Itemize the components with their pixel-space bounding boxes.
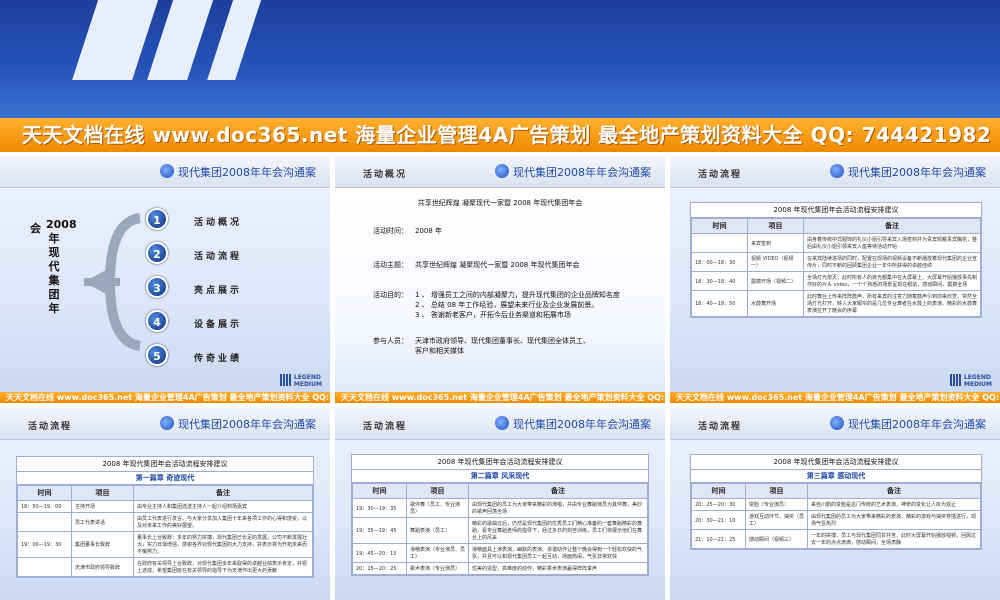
footer-banner: 天天文档在线 www.doc365.net 海量企业管理4A广告策划 最全地产策… [335, 392, 665, 403]
slide-chapter-three[interactable]: 活动流程 现代集团2008年年会沟通案 2008 年现代集团年会活动流程安排建议… [670, 408, 1000, 600]
agenda-number: 4 [146, 310, 168, 332]
schedule-table: 2008 年现代集团年会活动流程安排建议 第三篇章 感动现代 时间 项目 备注 20… [690, 454, 982, 550]
table-title: 2008 年现代集团年会活动流程安排建议 [352, 455, 648, 470]
vertical-subtitle: 会 [30, 222, 41, 235]
agenda-number: 5 [146, 344, 168, 366]
table-row: 18：50—19：00 主持开场 由专业主持人和集团选送主持人一起介绍到场嘉宾 [17, 500, 313, 513]
footer-banner: 天天文档在线 www.doc365.net 海量企业管理4A广告策划 最全地产策… [0, 392, 330, 403]
table-row: 20：30—21：10 游戏互动环节、抽奖（员工） 由现代集团的员工为大家带来精彩的… [691, 510, 981, 530]
table-title: 2008 年现代集团年会活动流程安排建议 [691, 455, 981, 470]
section-label: 活动流程 [698, 170, 743, 180]
legend-logo: LEGEND MEDIUM [949, 374, 992, 388]
top-banner: 天天文档在线 www.doc365.net 海量企业管理4A广告策划 最全地产策… [0, 118, 1000, 152]
section-label: 活动概况 [363, 170, 408, 180]
agenda-item-equipment[interactable]: 设备展示 [194, 317, 242, 330]
slide-title: 现代集团2008年年会沟通案 [178, 418, 316, 431]
logo-icon [160, 416, 174, 430]
table-row: 18：40—18：50 水鼓舞开场 此时舞台上传来阵阵鼓声，所有来宾的注意力随着鼓声… [691, 290, 981, 317]
table-header: 时间 [691, 218, 748, 234]
table-row: 20：25—20：30 变脸（专业演员） 来自川剧的变脸是这门传统的艺术表演，神奇的… [691, 498, 981, 511]
agenda-number: 3 [146, 276, 168, 298]
slide-header: 活动流程 现代集团2008年年会沟通案 [670, 156, 1000, 188]
table-row: 18：30—18：40 震撼开场（视频二） 全场灯光熄灭，此时所有人的目光都集中在大… [691, 271, 981, 291]
people-value: 客户和相关媒体 [415, 347, 464, 355]
table-row: 员工代表讲话 由员工代表进行发言，与大家分享加入集团十年来各项工作的心得和感受，以… [17, 512, 313, 532]
time-value: 2008 年 [415, 227, 443, 235]
slide-chapter-two[interactable]: 活动流程 现代集团2008年年会沟通案 2008 年现代集团年会活动流程安排建议… [335, 408, 665, 600]
logo-icon [830, 164, 844, 178]
table-row: 19：35—19：45 舞蹈表演（员工） 精彩的歌曲过后，仍然是现代集团的优秀员工们… [352, 517, 648, 544]
agenda-number: 1 [146, 208, 168, 230]
logo-icon [495, 164, 509, 178]
slide-header: 活动概况 现代集团2008年年会沟通案 [335, 156, 665, 188]
theme-label: 活动主题： [373, 261, 408, 269]
slide-overview[interactable]: 活动概况 现代集团2008年年会沟通案 共享世纪辉煌 凝聚现代一家暨 2008 … [335, 156, 665, 394]
vertical-title: 2008年现代集团年 [46, 218, 77, 315]
table-row: 18：00—18：30 视频 VIDEO（视频一） 在来宾陆续进场的同时，配置在现场… [691, 252, 981, 272]
slide-title: 现代集团2008年年会沟通案 [848, 166, 986, 179]
schedule-table: 2008 年现代集团年会活动流程安排建议 第二篇章 风采现代 时间 项目 备注 19… [351, 454, 649, 576]
agenda-item-highlights[interactable]: 亮点展示 [194, 283, 242, 296]
slide-header: 活动流程 现代集团2008年年会沟通案 [670, 408, 1000, 440]
goal-label: 活动目的： [373, 291, 408, 299]
table-row: 19：00—19：30 集团董事长致辞 董事长上台致辞：多年的努力拼搏，现代集团已长… [17, 531, 313, 558]
table-header: 项目 [747, 218, 804, 234]
theme-value: 共享世纪辉煌 凝聚现代一家暨 2008 年现代集团年会 [415, 261, 580, 269]
legend-logo: LEGEND MEDIUM [279, 374, 322, 388]
schedule-table: 2008 年现代集团年会活动流程安排建议 第一篇章 奇迹现代 时间 项目 备注 18… [16, 456, 314, 578]
slide-header: 活动流程 现代集团2008年年会沟通案 [0, 408, 330, 440]
hero-letter-shape [207, 0, 271, 80]
agenda-number: 2 [146, 242, 168, 264]
table-row: 21：10—21：25 感动瞬间（视频三） 一年的拼搏，员工与现代集团同甘共苦，此时… [691, 529, 981, 549]
agenda-item-process[interactable]: 活动流程 [194, 249, 242, 262]
table-row: 20：15—20：25 柔术表演（专业演员） 优美的造型，高难度的动作，精彩柔术表演… [352, 562, 648, 575]
agenda-item-achievements[interactable]: 传奇业绩 [194, 351, 242, 364]
table-title: 2008 年现代集团年会活动流程安排建议 [691, 203, 981, 218]
slide-agenda[interactable]: 现代集团2008年年会沟通案 会 2008年现代集团年 1 活动概况 2 活动流… [0, 156, 330, 394]
slide-title: 现代集团2008年年会沟通案 [513, 418, 651, 431]
slide-title: 现代集团2008年年会沟通案 [178, 166, 316, 179]
slide-chapter-one[interactable]: 活动流程 现代集团2008年年会沟通案 2008 年现代集团年会活动流程安排建议… [0, 408, 330, 600]
time-label: 活动时间： [373, 227, 408, 235]
table-header: 备注 [803, 218, 981, 234]
overview-heading: 共享世纪辉煌 凝聚现代一家暨 2008 年现代集团年会 [417, 199, 583, 207]
table-row: 19：30—19：35 歌伴舞（员工、专业演员） 由现代集团的员工为大家带来精彩的演… [352, 498, 648, 518]
goal-item: 2 、 总结 08 年工作经验，展望未来行业及企业发展前景。 [415, 301, 599, 309]
people-label: 参与人员： [373, 337, 408, 345]
chapter-title: 第二篇章 风采现代 [352, 470, 648, 483]
agenda-item-overview[interactable]: 活动概况 [194, 215, 242, 228]
slide-schedule-opening[interactable]: 活动流程 现代集团2008年年会沟通案 2008 年现代集团年会活动流程安排建议… [670, 156, 1000, 394]
hero-background [0, 0, 1000, 118]
goal-item: 3 、 答谢新老客户，开拓今后业务渠道和拓展市场 [415, 311, 571, 319]
logo-icon [160, 164, 174, 178]
section-label: 活动流程 [363, 422, 408, 432]
slide-header: 现代集团2008年年会沟通案 [0, 156, 330, 188]
section-label: 活动流程 [28, 422, 73, 432]
slide-header: 活动流程 现代集团2008年年会沟通案 [335, 408, 665, 440]
slide-title: 现代集团2008年年会沟通案 [513, 166, 651, 179]
schedule-table: 2008 年现代集团年会活动流程安排建议 时间 项目 备注 来宾签到 由身着传统中式服… [690, 202, 982, 318]
people-value: 天津市政府领导、现代集团董事长、现代集团全体员工、 [415, 337, 590, 345]
chapter-title: 第一篇章 奇迹现代 [17, 472, 313, 485]
table-row: 天津市政府领导致辞 在政府有关领导上台致辞，对现代集团多年来取得的卓越业绩表示肯定… [17, 557, 313, 577]
table-row: 来宾签到 由身着传统中式服饰的礼仪小姐引导来宾入场签到并为贵宾佩戴贵宾胸花，整后由… [691, 233, 981, 253]
section-label: 活动流程 [698, 422, 743, 432]
slide-title: 现代集团2008年年会沟通案 [848, 418, 986, 431]
footer-banner: 天天文档在线 www.doc365.net 海量企业管理4A广告策划 最全地产策… [670, 392, 1000, 403]
table-row: 19：45—20：15 滑稽表演（专业演员、员工） 滑稽面具上演表演，幽默的表演、诙… [352, 543, 648, 563]
logo-icon [495, 416, 509, 430]
logo-icon [830, 416, 844, 430]
bracket-arrow-icon [84, 213, 142, 351]
goal-item: 1 、 增强员工之间的内部凝聚力，提升现代集团的企业品牌知名度 [415, 291, 620, 299]
table-title: 2008 年现代集团年会活动流程安排建议 [17, 457, 313, 472]
chapter-title: 第三篇章 感动现代 [691, 470, 981, 483]
